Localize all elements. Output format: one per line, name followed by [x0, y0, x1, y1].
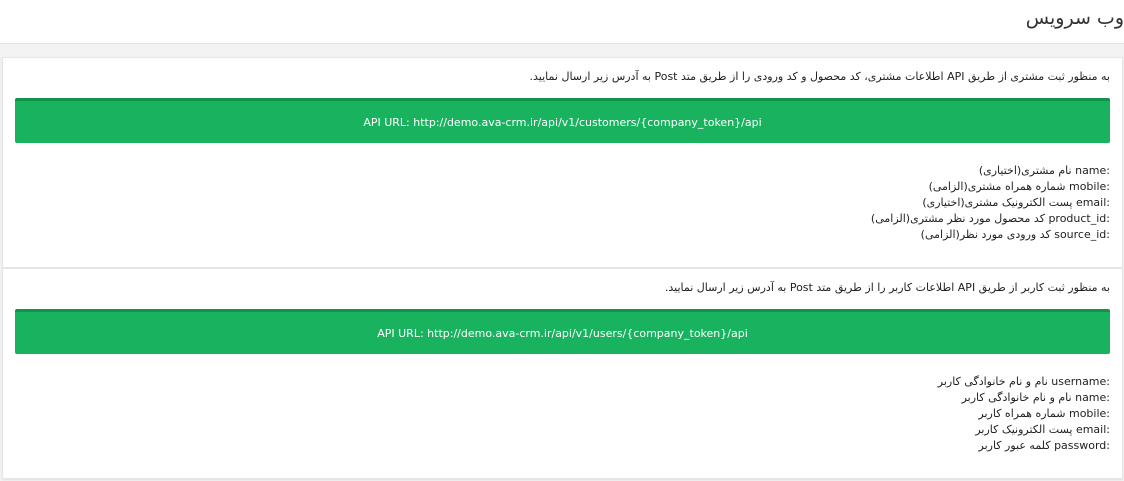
customers-intro-text: به منظور ثبت مشتری از طریق API اطلاعات م…	[529, 70, 1110, 83]
users-intro-text: به منظور ثبت کاربر از طریق API اطلاعات ک…	[664, 281, 1110, 294]
field-key: username:	[1051, 375, 1110, 388]
users-field-list: username: نام و نام خانوادگی کاربر name:…	[938, 374, 1110, 454]
field-desc: کلمه عبور کاربر	[978, 439, 1055, 452]
users-api-url[interactable]: API URL: http://demo.ava-crm.ir/api/v1/u…	[377, 327, 748, 340]
customers-api-url-bar: API URL: http://demo.ava-crm.ir/api/v1/c…	[15, 98, 1110, 143]
page-title: وب سرویس	[1025, 7, 1124, 29]
field-desc: نام مشتری(اختیاری)	[978, 164, 1076, 177]
field-key: name:	[1075, 391, 1110, 404]
field-row: name: نام و نام خانوادگی کاربر	[938, 390, 1110, 406]
field-row: source_id: کد ورودی مورد نظر(الزامی)	[871, 227, 1110, 243]
field-key: name:	[1075, 164, 1110, 177]
field-row: mobile: شماره همراه کاربر	[938, 406, 1110, 422]
field-desc: شماره همراه مشتری(الزامی)	[928, 180, 1069, 193]
page-header: وب سرویس	[0, 0, 1124, 44]
field-row: mobile: شماره همراه مشتری(الزامی)	[871, 179, 1110, 195]
customers-api-card: به منظور ثبت مشتری از طریق API اطلاعات م…	[2, 57, 1123, 268]
field-key: product_id:	[1048, 212, 1110, 225]
customers-api-url[interactable]: API URL: http://demo.ava-crm.ir/api/v1/c…	[363, 116, 761, 129]
field-desc: شماره همراه کاربر	[978, 407, 1069, 420]
field-row: password: کلمه عبور کاربر	[938, 438, 1110, 454]
field-key: email:	[1075, 423, 1110, 436]
field-row: product_id: کد محصول مورد نظر مشتری(الزا…	[871, 211, 1110, 227]
field-row: name: نام مشتری(اختیاری)	[871, 163, 1110, 179]
field-desc: نام و نام خانوادگی کاربر	[937, 375, 1052, 388]
field-desc: کد ورودی مورد نظر(الزامی)	[920, 228, 1055, 241]
field-row: email: پست الکترونیک کاربر	[938, 422, 1110, 438]
field-key: mobile:	[1068, 180, 1110, 193]
field-key: email:	[1075, 196, 1110, 209]
field-row: email: پست الکترونیک مشتری(اختیاری)	[871, 195, 1110, 211]
field-desc: کد محصول مورد نظر مشتری(الزامی)	[870, 212, 1049, 225]
users-api-url-bar: API URL: http://demo.ava-crm.ir/api/v1/u…	[15, 309, 1110, 354]
field-desc: پست الکترونیک کاربر	[975, 423, 1076, 436]
users-api-card: به منظور ثبت کاربر از طریق API اطلاعات ک…	[2, 268, 1123, 479]
field-desc: نام و نام خانوادگی کاربر	[961, 391, 1076, 404]
field-desc: پست الکترونیک مشتری(اختیاری)	[922, 196, 1076, 209]
field-row: username: نام و نام خانوادگی کاربر	[938, 374, 1110, 390]
field-key: password:	[1054, 439, 1110, 452]
customers-field-list: name: نام مشتری(اختیاری) mobile: شماره ه…	[871, 163, 1110, 243]
field-key: mobile:	[1068, 407, 1110, 420]
field-key: source_id:	[1054, 228, 1110, 241]
